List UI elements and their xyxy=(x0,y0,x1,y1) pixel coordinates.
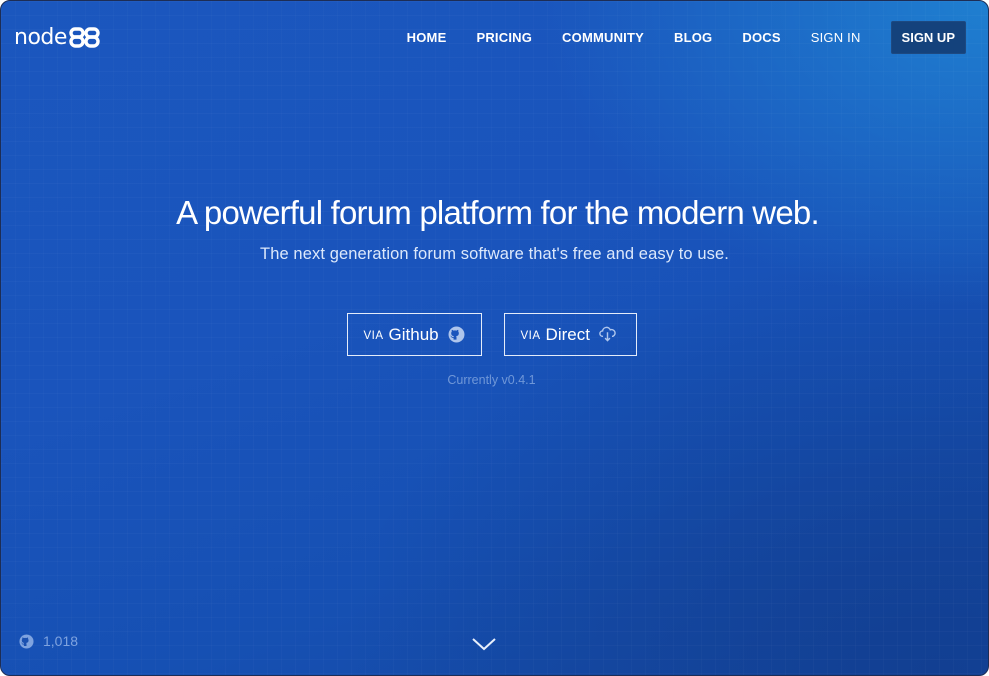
download-direct-button[interactable]: VIA Direct xyxy=(503,313,637,356)
nav-docs[interactable]: DOCS xyxy=(742,30,780,45)
cloud-download-icon xyxy=(599,326,616,343)
nav-home[interactable]: HOME xyxy=(407,30,447,45)
direct-label: Direct xyxy=(545,324,590,344)
github-icon xyxy=(448,326,465,343)
version-text: Currently v0.4.1 xyxy=(447,373,536,387)
download-buttons: VIA Github VIA Direct xyxy=(1,313,988,356)
nav-blog[interactable]: BLOG xyxy=(674,30,712,45)
hero-section: A powerful forum platform for the modern… xyxy=(1,191,988,265)
hero-title: A powerful forum platform for the modern… xyxy=(176,194,819,231)
nodebb-logo[interactable]: node xyxy=(14,23,101,53)
chevron-down-icon[interactable] xyxy=(470,633,498,653)
github-label: Github xyxy=(388,324,439,344)
sign-in-link[interactable]: SIGN IN xyxy=(811,30,861,45)
github-stars[interactable]: 1,018 xyxy=(19,633,78,649)
nav-pricing[interactable]: PRICING xyxy=(476,30,532,45)
landing-page: node HOME PRICING COMMUNITY BLOG DOCS SI… xyxy=(0,0,989,676)
stars-count: 1,018 xyxy=(43,633,79,649)
sign-up-button[interactable]: SIGN UP xyxy=(890,21,966,54)
via-label: VIA xyxy=(520,330,541,342)
hero-subtitle: The next generation forum software that'… xyxy=(260,245,729,263)
nav-community[interactable]: COMMUNITY xyxy=(562,30,644,45)
top-navigation: HOME PRICING COMMUNITY BLOG DOCS SIGN IN… xyxy=(407,21,966,54)
download-via-github-button[interactable]: VIA Github xyxy=(346,313,482,356)
via-label: VIA xyxy=(363,330,384,342)
github-icon xyxy=(19,633,34,649)
logo-bb-mark-icon xyxy=(69,27,100,48)
logo-text: node xyxy=(14,25,67,50)
